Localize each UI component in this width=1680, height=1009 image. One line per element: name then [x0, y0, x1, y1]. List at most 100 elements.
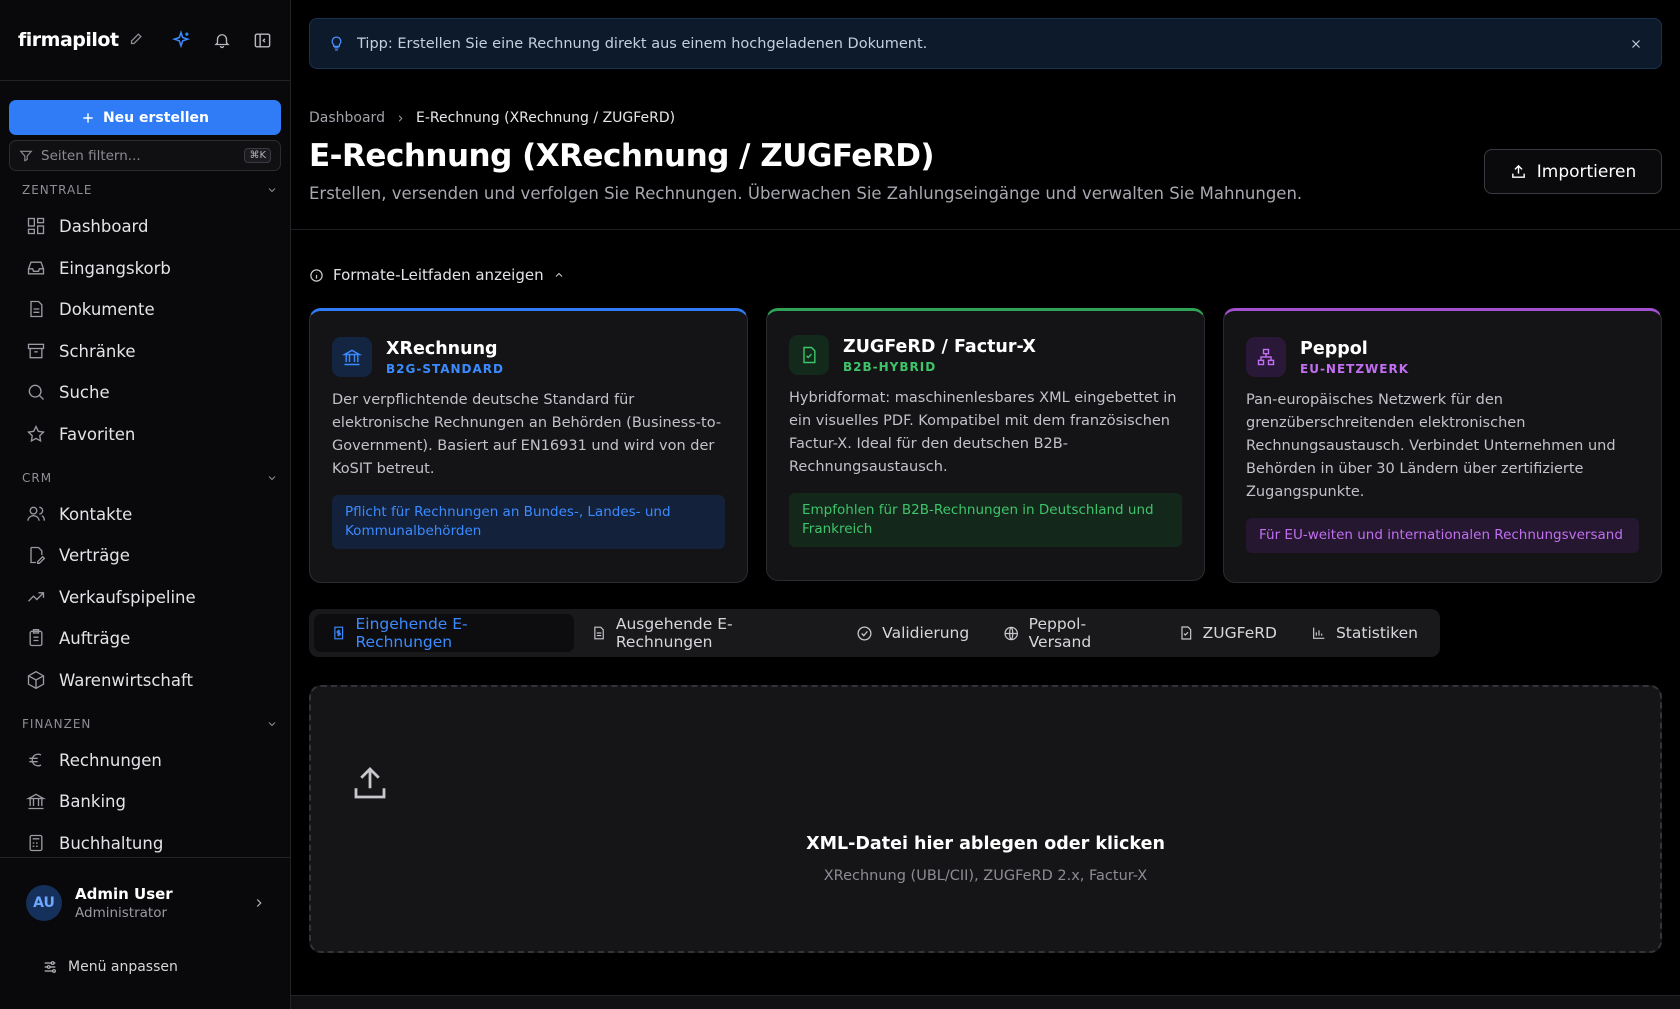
user-role: Administrator — [75, 905, 168, 921]
nav-kontakte[interactable]: Kontakte — [26, 504, 132, 524]
sidebar-footer — [0, 857, 291, 1009]
nav-vertraege[interactable]: Verträge — [26, 545, 130, 565]
chevron-down-icon — [268, 188, 276, 193]
sparkles-icon[interactable] — [171, 30, 191, 50]
calculator-icon — [29, 834, 43, 852]
sliders-icon — [44, 961, 56, 973]
nav-label: Dokumente — [59, 299, 155, 319]
section-label: ZENTRALE — [22, 183, 93, 197]
section-label: CRM — [22, 471, 53, 485]
xml-dropzone[interactable]: XML-Datei hier ablegen oder klicken XRec… — [309, 685, 1662, 953]
bar-chart-icon — [1313, 627, 1325, 639]
bank-icon — [26, 793, 46, 810]
tab-ausgehende[interactable]: Ausgehende E-Rechnungen — [574, 614, 839, 652]
pencil-icon[interactable] — [129, 31, 144, 50]
network-icon — [1246, 337, 1286, 377]
close-icon[interactable] — [1629, 37, 1643, 51]
tab-eingehende[interactable]: Eingehende E-Rechnungen — [314, 614, 575, 652]
import-button[interactable]: Importieren — [1484, 149, 1662, 194]
card-note: Pflicht für Rechnungen an Bundes-, Lande… — [332, 495, 725, 549]
nav-label: Banking — [59, 791, 126, 811]
section-finanzen[interactable]: FINANZEN — [22, 717, 278, 731]
package-icon — [27, 670, 45, 690]
plus-icon — [83, 112, 93, 123]
section-zentrale[interactable]: ZENTRALE — [22, 183, 278, 197]
nav-label: Suche — [59, 382, 110, 402]
card-title: ZUGFeRD / Factur-X — [843, 336, 1036, 357]
breadcrumb: Dashboard E-Rechnung (XRechnung / ZUGFeR… — [309, 110, 675, 126]
bottom-edge — [291, 995, 1680, 1009]
user-name: Admin User — [75, 885, 173, 903]
sidebar-header: firmapilot — [0, 0, 290, 81]
card-description: Hybridformat: maschinenlesbares XML eing… — [789, 390, 1177, 475]
dropzone-title: XML-Datei hier ablegen oder klicken — [806, 834, 1165, 854]
nav-dokumente[interactable]: Dokumente — [26, 299, 155, 319]
collapse-sidebar-icon[interactable] — [253, 31, 272, 50]
document-icon — [30, 300, 43, 318]
breadcrumb-current: E-Rechnung (XRechnung / ZUGFeRD) — [415, 110, 676, 126]
card-tag: B2G-STANDARD — [386, 361, 505, 376]
tab-statistiken[interactable]: Statistiken — [1294, 614, 1435, 652]
main-content: Tipp: Erstellen Sie eine Rechnung direkt… — [291, 0, 1680, 1009]
nav-buchhaltung[interactable]: Buchhaltung — [26, 833, 163, 853]
divider — [291, 229, 1680, 230]
tab-validierung[interactable]: Validierung — [839, 614, 986, 652]
contract-icon — [30, 546, 46, 564]
nav-schraenke[interactable]: Schränke — [26, 341, 135, 361]
card-peppol: Peppol EU-NETZWERK Pan-europäisches Netz… — [1223, 308, 1662, 583]
chevron-up-icon — [555, 272, 562, 277]
bell-icon[interactable] — [213, 31, 231, 49]
brand-logo[interactable]: firmapilot — [18, 29, 119, 51]
shortcut-badge: ⌘K — [244, 148, 271, 163]
user-menu[interactable]: AU Admin User Administrator — [26, 885, 266, 921]
tab-peppol-versand[interactable]: Peppol-Versand — [986, 614, 1160, 652]
nav-warenwirtschaft[interactable]: Warenwirtschaft — [26, 670, 193, 690]
page-title: E-Rechnung (XRechnung / ZUGFeRD) — [309, 138, 935, 174]
star-icon — [27, 424, 45, 443]
upload-icon — [1511, 164, 1525, 178]
nav-verkaufspipeline[interactable]: Verkaufspipeline — [26, 587, 196, 607]
new-create-label: Neu erstellen — [102, 109, 210, 126]
invoice-icon — [334, 626, 344, 640]
customize-label: Menü anpassen — [68, 959, 178, 975]
nav-auftraege[interactable]: Aufträge — [26, 628, 130, 648]
nav-label: Favoriten — [59, 424, 136, 444]
avatar: AU — [26, 885, 62, 921]
dashboard-icon — [27, 217, 45, 235]
nav-label: Verkaufspipeline — [59, 587, 196, 607]
customize-menu-button[interactable]: Menü anpassen — [42, 959, 178, 975]
nav-label: Rechnungen — [59, 750, 162, 770]
nav-eingangskorb[interactable]: Eingangskorb — [26, 258, 171, 278]
tab-label: Statistiken — [1335, 624, 1418, 642]
nav-favoriten[interactable]: Favoriten — [26, 424, 135, 444]
chevron-down-icon — [268, 722, 276, 727]
tip-banner: Tipp: Erstellen Sie eine Rechnung direkt… — [309, 18, 1662, 69]
tip-text: Tipp: Erstellen Sie eine Rechnung direkt… — [357, 35, 928, 52]
bank-icon — [332, 337, 372, 377]
tab-label: Ausgehende E-Rechnungen — [615, 615, 733, 651]
nav-label: Eingangskorb — [59, 258, 171, 278]
new-create-button[interactable]: Neu erstellen — [9, 100, 281, 135]
section-crm[interactable]: CRM — [22, 471, 278, 485]
nav-rechnungen[interactable]: Rechnungen — [26, 750, 162, 770]
nav-banking[interactable]: Banking — [26, 791, 126, 811]
info-icon — [310, 268, 323, 282]
card-description: Pan-europäisches Netzwerk für den grenzü… — [1246, 392, 1616, 500]
filter-icon — [19, 150, 33, 162]
chevron-down-icon — [268, 476, 276, 481]
nav-suche[interactable]: Suche — [26, 382, 110, 402]
page-filter: ⌘K — [9, 140, 281, 171]
tab-label: Peppol-Versand — [1028, 615, 1092, 651]
nav-label: Aufträge — [59, 628, 131, 648]
breadcrumb-dashboard[interactable]: Dashboard — [309, 110, 385, 126]
tab-zugferd[interactable]: ZUGFeRD — [1161, 614, 1294, 652]
card-title: Peppol — [1300, 338, 1368, 359]
contacts-icon — [27, 506, 45, 521]
chevron-right-icon — [398, 114, 403, 122]
page-filter-input[interactable] — [41, 147, 237, 164]
tab-label: Validierung — [882, 624, 970, 642]
document-icon — [594, 626, 605, 640]
tab-bar: Eingehende E-Rechnungen Ausgehende E-Rec… — [309, 609, 1440, 657]
formats-guide-toggle[interactable]: Formate-Leitfaden anzeigen — [309, 266, 565, 284]
nav-dashboard[interactable]: Dashboard — [26, 216, 149, 236]
